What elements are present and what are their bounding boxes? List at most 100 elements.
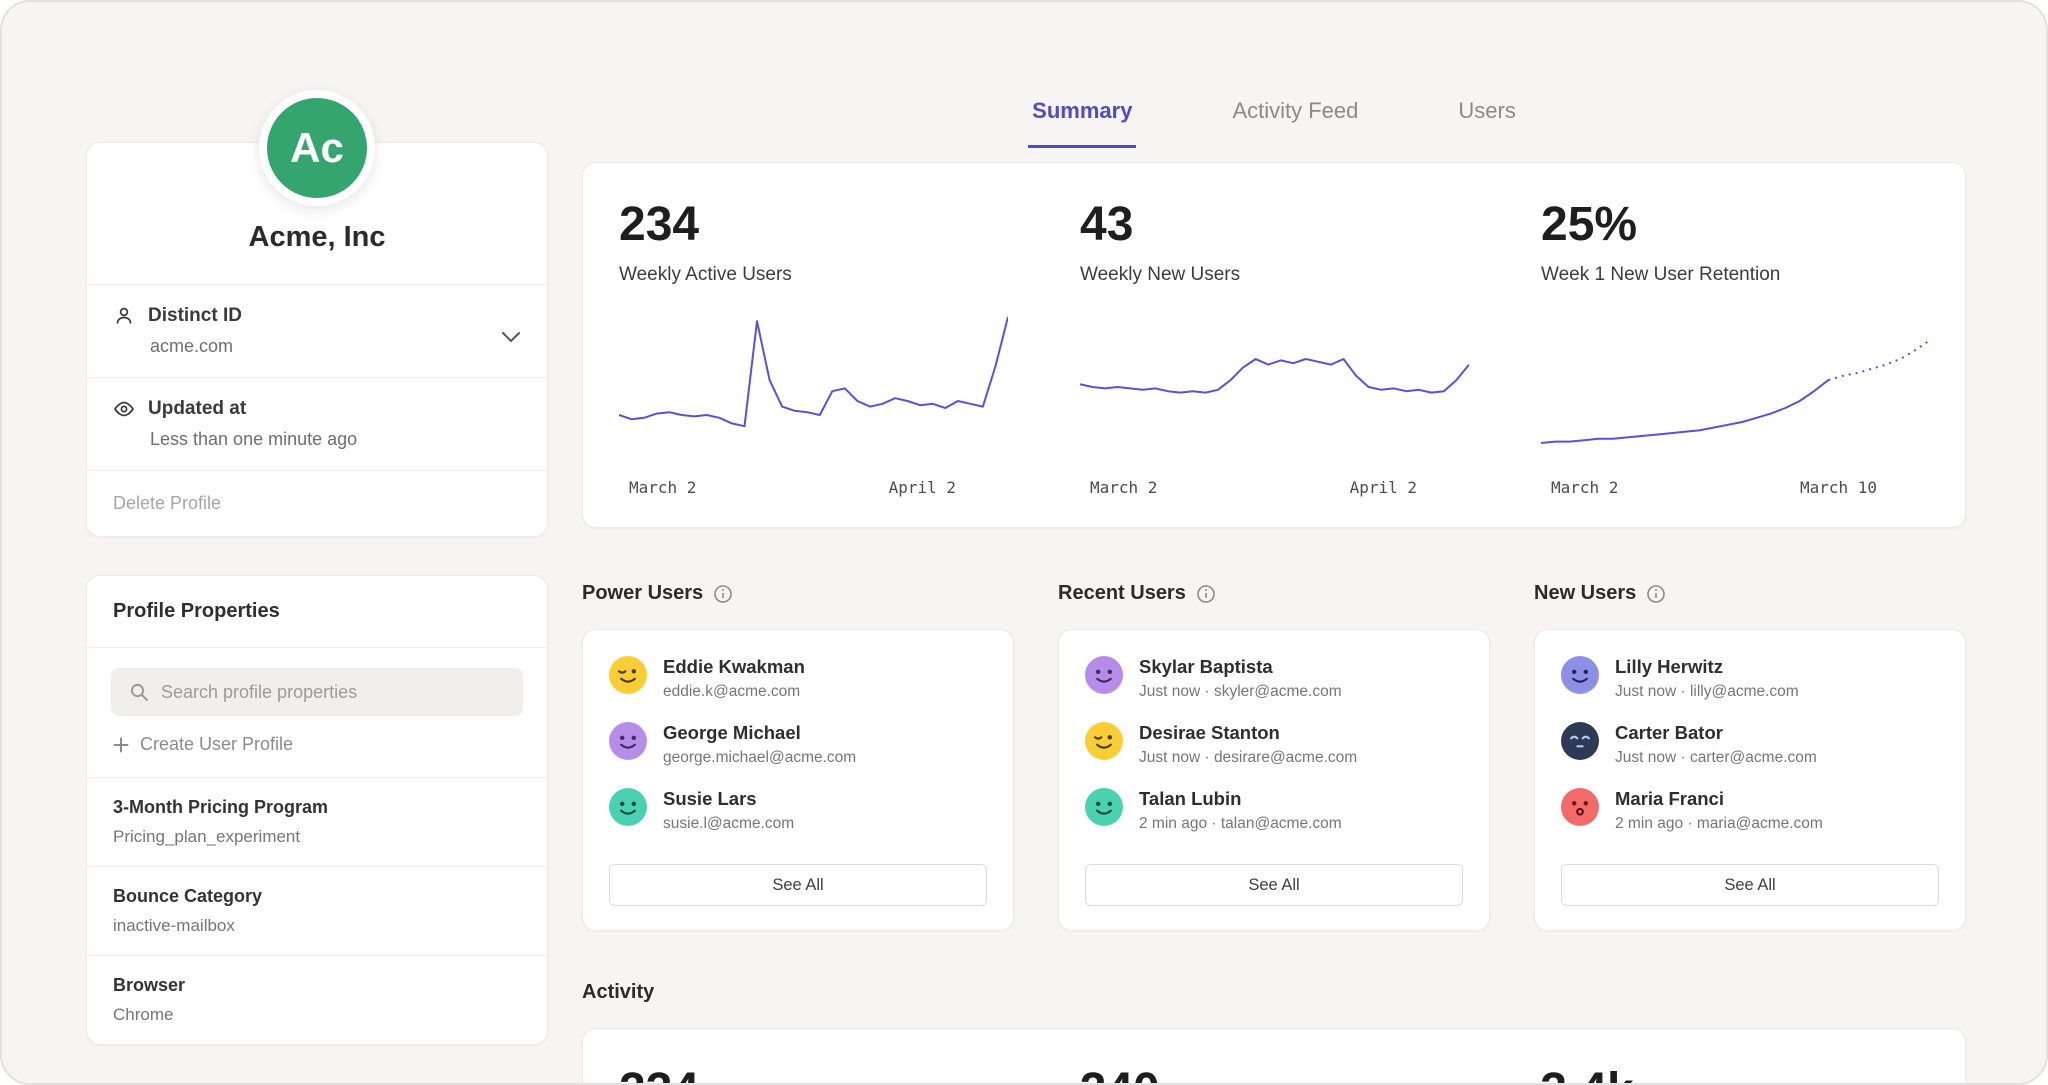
person-icon — [113, 305, 135, 327]
property-label: Browser — [113, 975, 521, 996]
profile-properties-card: Profile Properties Create User Profile 3… — [86, 575, 548, 1045]
property-value: Pricing_plan_experiment — [113, 827, 521, 847]
stat-title: Weekly Active Users — [619, 264, 1008, 286]
user-sections: Power Users Eddie Kwakman eddie.k@acme.c… — [582, 582, 1966, 931]
weekly-active-users-chart — [619, 312, 1008, 462]
user-avatar — [1085, 722, 1123, 760]
user-name: Maria Franci — [1615, 788, 1823, 810]
user-subtitle: 2 min ago · maria@acme.com — [1615, 815, 1823, 833]
new-users-section: New Users Lilly Herwitz Just now · lilly… — [1534, 582, 1966, 931]
user-name: Lilly Herwitz — [1615, 656, 1799, 678]
user-avatar — [609, 788, 647, 826]
power-users-card: Eddie Kwakman eddie.k@acme.com George Mi… — [582, 629, 1014, 931]
user-row[interactable]: Carter Bator Just now · carter@acme.com — [1561, 722, 1939, 767]
user-name: Skylar Baptista — [1139, 656, 1342, 678]
stat-weekly-active-users: 234 Weekly Active Users March 2 April 2 — [583, 197, 1044, 497]
user-avatar — [609, 722, 647, 760]
stat-title: Week 1 New User Retention — [1541, 264, 1929, 286]
activity-stat: 3.4k — [1540, 1063, 1929, 1085]
user-row[interactable]: Lilly Herwitz Just now · lilly@acme.com — [1561, 656, 1939, 701]
see-all-button[interactable]: See All — [1085, 864, 1463, 906]
summary-stats-card: 234 Weekly Active Users March 2 April 2 … — [582, 162, 1966, 528]
tab-activity-feed[interactable]: Activity Feed — [1228, 90, 1362, 148]
user-row[interactable]: Eddie Kwakman eddie.k@acme.com — [609, 656, 987, 701]
user-avatar — [1561, 722, 1599, 760]
user-subtitle: eddie.k@acme.com — [663, 683, 805, 701]
property-label: Bounce Category — [113, 886, 521, 907]
search-wrapper — [87, 648, 547, 716]
property-label: 3-Month Pricing Program — [113, 797, 521, 818]
tab-summary[interactable]: Summary — [1028, 90, 1136, 148]
user-subtitle: Just now · desirare@acme.com — [1139, 749, 1357, 767]
user-row[interactable]: Talan Lubin 2 min ago · talan@acme.com — [1085, 788, 1463, 833]
create-user-profile-button[interactable]: Create User Profile — [87, 716, 547, 777]
activity-title: Activity — [582, 981, 1966, 1004]
weekly-new-users-chart — [1080, 312, 1469, 462]
info-icon[interactable] — [1646, 584, 1666, 604]
recent-users-card: Skylar Baptista Just now · skyler@acme.c… — [1058, 629, 1490, 931]
eye-icon — [113, 398, 135, 420]
user-subtitle: Just now · skyler@acme.com — [1139, 683, 1342, 701]
create-user-profile-label: Create User Profile — [140, 734, 293, 755]
updated-at-row: Updated at Less than one minute ago — [87, 377, 547, 470]
user-avatar — [1561, 788, 1599, 826]
property-item: 3-Month Pricing Program Pricing_plan_exp… — [87, 777, 547, 866]
user-subtitle: george.michael@acme.com — [663, 749, 856, 767]
company-avatar: Ac — [259, 90, 375, 206]
tab-bar: Summary Activity Feed Users — [582, 90, 1966, 148]
stat-value: 43 — [1080, 197, 1469, 252]
tab-users[interactable]: Users — [1454, 90, 1519, 148]
property-value: inactive-mailbox — [113, 916, 521, 936]
user-subtitle: 2 min ago · talan@acme.com — [1139, 815, 1342, 833]
stat-title: Weekly New Users — [1080, 264, 1469, 286]
app-window: Ac Acme, Inc Distinct ID acme.com — [0, 0, 2048, 1085]
chevron-down-icon[interactable] — [501, 331, 521, 343]
user-row[interactable]: Maria Franci 2 min ago · maria@acme.com — [1561, 788, 1939, 833]
search-icon — [129, 682, 149, 702]
main-content: Summary Activity Feed Users 234 Weekly A… — [582, 90, 1966, 1085]
company-name: Acme, Inc — [87, 221, 547, 284]
stat-value: 25% — [1541, 197, 1929, 252]
user-subtitle: susie.l@acme.com — [663, 815, 794, 833]
profile-properties-title: Profile Properties — [87, 576, 547, 647]
user-avatar — [1085, 788, 1123, 826]
user-subtitle: Just now · lilly@acme.com — [1615, 683, 1799, 701]
activity-card: 234 240 3.4k — [582, 1028, 1966, 1085]
section-title: Recent Users — [1058, 582, 1186, 605]
delete-profile-button[interactable]: Delete Profile — [87, 470, 547, 536]
new-users-card: Lilly Herwitz Just now · lilly@acme.com … — [1534, 629, 1966, 931]
section-title: Power Users — [582, 582, 703, 605]
see-all-button[interactable]: See All — [609, 864, 987, 906]
axis-label-start: March 2 — [629, 478, 696, 497]
user-subtitle: Just now · carter@acme.com — [1615, 749, 1817, 767]
property-item: Browser Chrome — [87, 955, 547, 1044]
stat-value: 234 — [619, 197, 1008, 252]
user-row[interactable]: George Michael george.michael@acme.com — [609, 722, 987, 767]
user-avatar — [1561, 656, 1599, 694]
info-icon[interactable] — [1196, 584, 1216, 604]
info-icon[interactable] — [713, 584, 733, 604]
distinct-id-row[interactable]: Distinct ID acme.com — [87, 284, 547, 377]
axis-label-end: April 2 — [1350, 478, 1417, 497]
user-row[interactable]: Skylar Baptista Just now · skyler@acme.c… — [1085, 656, 1463, 701]
recent-users-section: Recent Users Skylar Baptista Just now · … — [1058, 582, 1490, 931]
user-name: Carter Bator — [1615, 722, 1817, 744]
profile-sidebar: Ac Acme, Inc Distinct ID acme.com — [86, 90, 548, 1045]
user-name: Talan Lubin — [1139, 788, 1342, 810]
axis-label-end: April 2 — [889, 478, 956, 497]
axis-label-start: March 2 — [1090, 478, 1157, 497]
retention-chart — [1541, 312, 1929, 462]
user-name: Eddie Kwakman — [663, 656, 805, 678]
search-input[interactable] — [111, 668, 523, 716]
property-value: Chrome — [113, 1005, 521, 1025]
user-row[interactable]: Desirae Stanton Just now · desirare@acme… — [1085, 722, 1463, 767]
power-users-section: Power Users Eddie Kwakman eddie.k@acme.c… — [582, 582, 1014, 931]
updated-at-label: Updated at — [148, 398, 246, 420]
user-avatar — [609, 656, 647, 694]
stat-retention: 25% Week 1 New User Retention March 2 Ma… — [1505, 197, 1965, 497]
user-name: George Michael — [663, 722, 856, 744]
updated-at-value: Less than one minute ago — [150, 429, 521, 450]
activity-stat: 234 — [619, 1063, 1008, 1085]
user-row[interactable]: Susie Lars susie.l@acme.com — [609, 788, 987, 833]
see-all-button[interactable]: See All — [1561, 864, 1939, 906]
